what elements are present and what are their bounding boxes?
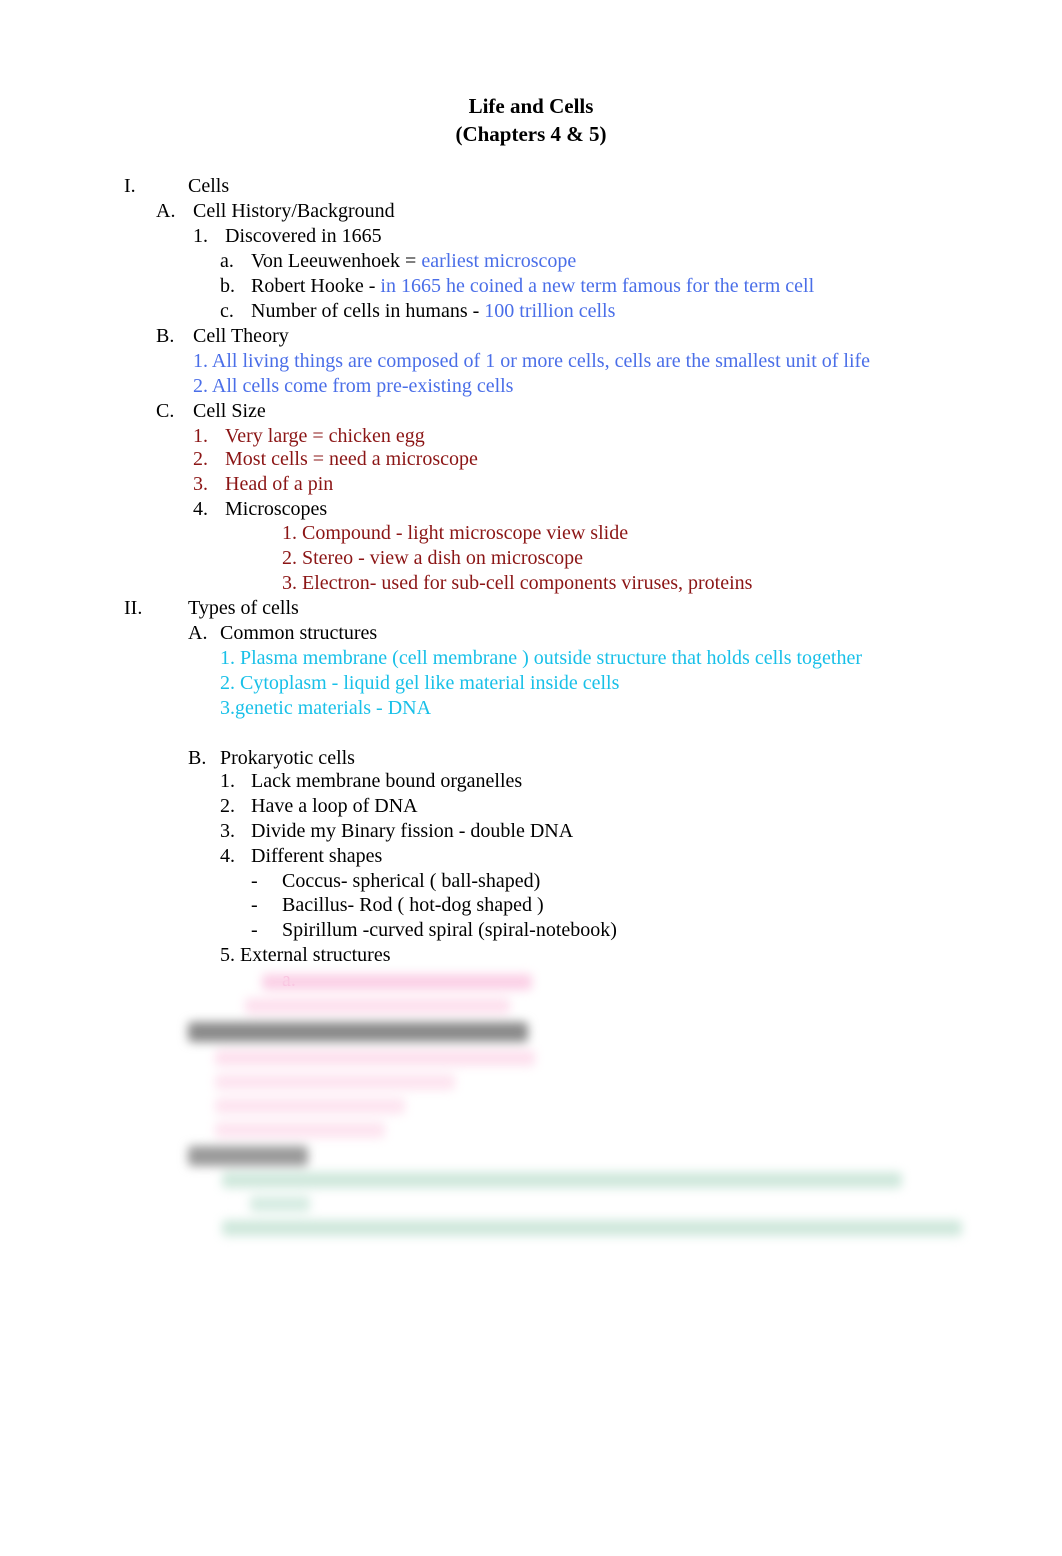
heading-text: Cell History/Background xyxy=(193,200,395,222)
document-title: Life and Cells xyxy=(468,94,594,118)
item-text: Have a loop of DNA xyxy=(251,795,418,817)
outline-marker: 1. xyxy=(193,425,208,447)
answer-text: in 1665 he coined a new term famous for … xyxy=(380,275,815,297)
item-text: Very large = chicken egg xyxy=(225,425,425,447)
answer-text: 100 trillion cells xyxy=(484,300,616,322)
heading-text: Common structures xyxy=(220,622,378,644)
item-text: Bacillus- Rod ( hot-dog shaped ) xyxy=(282,894,544,916)
microscope-stereo: 2. Stereo - view a dish on microscope xyxy=(282,547,584,569)
dash-bullet: - xyxy=(251,894,258,916)
outline-marker: II. xyxy=(124,597,143,619)
blurred-line xyxy=(215,1050,535,1066)
heading-text: Cells xyxy=(188,175,230,197)
item-text: Number of cells in humans - xyxy=(251,300,485,322)
blurred-line xyxy=(245,998,510,1014)
outline-marker: 3. xyxy=(193,473,208,495)
outline-marker: b. xyxy=(220,275,235,297)
theory-item-2: 2. All cells come from pre-existing cell… xyxy=(193,375,514,397)
outline-marker: 1. xyxy=(220,770,235,792)
blurred-line xyxy=(215,1074,455,1090)
outline-marker: A. xyxy=(188,622,208,644)
item-content: Number of cells in humans - 100 trillion… xyxy=(251,299,615,323)
document-subtitle: (Chapters 4 & 5) xyxy=(455,122,607,146)
blurred-heading xyxy=(188,1022,528,1042)
blurred-line xyxy=(250,1196,310,1212)
outline-marker: B. xyxy=(188,747,207,769)
theory-item-1: 1. All living things are composed of 1 o… xyxy=(193,350,871,372)
blurred-line xyxy=(215,1122,385,1138)
blurred-line xyxy=(222,1220,962,1236)
structure-genetic-materials: 3.genetic materials - DNA xyxy=(220,697,432,719)
answer-text: earliest microscope xyxy=(421,250,577,272)
item-text: Different shapes xyxy=(251,845,383,867)
outline-marker: 2. xyxy=(193,448,208,470)
outline-marker: c. xyxy=(220,300,234,322)
microscope-electron: 3. Electron- used for sub-cell component… xyxy=(282,572,753,594)
heading-text: Types of cells xyxy=(188,597,299,619)
outline-marker: I. xyxy=(124,175,136,197)
item-text: Von Leeuwenhoek = xyxy=(251,250,422,272)
item-content: Robert Hooke - in 1665 he coined a new t… xyxy=(251,274,814,298)
outline-marker: A. xyxy=(156,200,176,222)
item-text: Spirillum -curved spiral (spiral-noteboo… xyxy=(282,919,617,941)
item-text: Microscopes xyxy=(225,498,328,520)
item-text: Discovered in 1665 xyxy=(225,225,382,247)
blurred-line xyxy=(215,1098,405,1114)
outline-marker: 4. xyxy=(220,845,235,867)
blurred-heading xyxy=(188,1146,308,1166)
outline-marker: 1. xyxy=(193,225,208,247)
outline-marker: 2. xyxy=(220,795,235,817)
item-text: Robert Hooke - xyxy=(251,275,381,297)
item-text: Lack membrane bound organelles xyxy=(251,770,523,792)
item-text: Coccus- spherical ( ball-shaped) xyxy=(282,870,541,892)
dash-bullet: - xyxy=(251,919,258,941)
heading-text: Prokaryotic cells xyxy=(220,747,355,769)
item-text: Divide my Binary fission - double DNA xyxy=(251,820,574,842)
outline-marker: 4. xyxy=(193,498,208,520)
blurred-line xyxy=(222,1172,902,1188)
heading-text: Cell Size xyxy=(193,400,266,422)
outline-marker: B. xyxy=(156,325,175,347)
heading-text: Cell Theory xyxy=(193,325,289,347)
dash-bullet: - xyxy=(251,870,258,892)
document-page: Life and Cells (Chapters 4 & 5) I. Cells… xyxy=(0,0,1062,1556)
outline-marker: C. xyxy=(156,400,175,422)
outline-marker: a. xyxy=(220,250,234,272)
structure-cytoplasm: 2. Cytoplasm - liquid gel like material … xyxy=(220,672,620,694)
blurred-line xyxy=(262,974,532,990)
item-text: Head of a pin xyxy=(225,473,334,495)
blurred-content-region xyxy=(0,960,1062,1260)
item-content: Von Leeuwenhoek = earliest microscope xyxy=(251,249,576,273)
item-text: Most cells = need a microscope xyxy=(225,448,478,470)
outline-marker: 3. xyxy=(220,820,235,842)
microscope-compound: 1. Compound - light microscope view slid… xyxy=(282,522,629,544)
structure-plasma-membrane: 1. Plasma membrane (cell membrane ) outs… xyxy=(220,647,863,669)
